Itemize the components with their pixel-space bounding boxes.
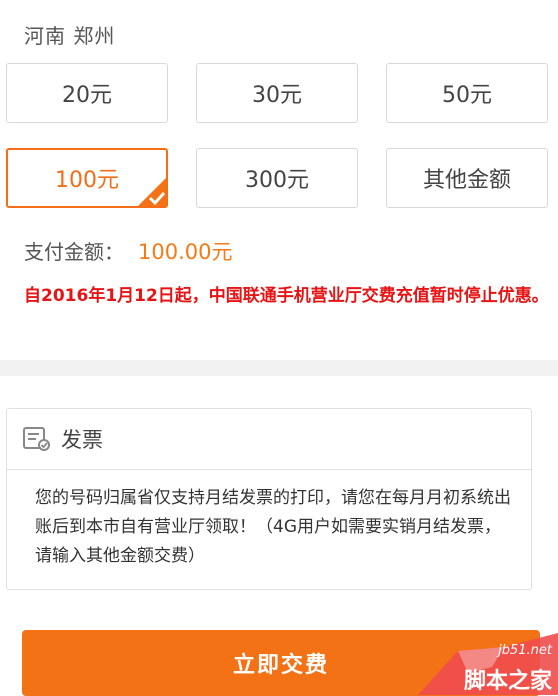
amount-option-300[interactable]: 300元 bbox=[196, 148, 358, 208]
promo-notice: 自2016年1月12日起，中国联通手机营业厅交费充值暂时停止优惠。 bbox=[24, 286, 549, 306]
amount-option-20[interactable]: 20元 bbox=[6, 63, 168, 123]
amount-option-50[interactable]: 50元 bbox=[386, 63, 548, 123]
amount-option-label: 20元 bbox=[62, 83, 112, 108]
invoice-card: 发票 您的号码归属省仅支持月结发票的打印，请您在每月月初系统出账后到本市自有营业… bbox=[6, 408, 532, 590]
amount-option-label: 300元 bbox=[245, 168, 309, 193]
amount-option-other[interactable]: 其他金额 bbox=[386, 148, 548, 208]
selected-check-icon bbox=[138, 178, 166, 206]
site-watermark: jb51.net 脚本之家 bbox=[418, 633, 558, 695]
payment-summary: 支付金额： 100.00元 bbox=[24, 236, 232, 266]
amount-option-30[interactable]: 30元 bbox=[196, 63, 358, 123]
amount-option-100[interactable]: 100元 bbox=[6, 148, 168, 208]
payment-value: 100.00元 bbox=[138, 240, 233, 264]
amount-option-label: 30元 bbox=[252, 83, 302, 108]
amount-option-label: 100元 bbox=[55, 168, 119, 193]
invoice-icon bbox=[23, 427, 50, 451]
watermark-site: jb51.net bbox=[498, 643, 552, 658]
watermark-name: 脚本之家 bbox=[463, 669, 552, 694]
payment-label: 支付金额： bbox=[24, 240, 124, 264]
amount-option-label: 50元 bbox=[442, 83, 492, 108]
invoice-header[interactable]: 发票 bbox=[7, 409, 531, 470]
invoice-description: 您的号码归属省仅支持月结发票的打印，请您在每月月初系统出账后到本市自有营业厅领取… bbox=[35, 488, 511, 566]
invoice-title: 发票 bbox=[61, 428, 103, 452]
amount-option-label: 其他金额 bbox=[422, 168, 511, 193]
location-label[interactable]: 河南 郑州 bbox=[24, 20, 115, 49]
section-divider bbox=[0, 360, 558, 376]
